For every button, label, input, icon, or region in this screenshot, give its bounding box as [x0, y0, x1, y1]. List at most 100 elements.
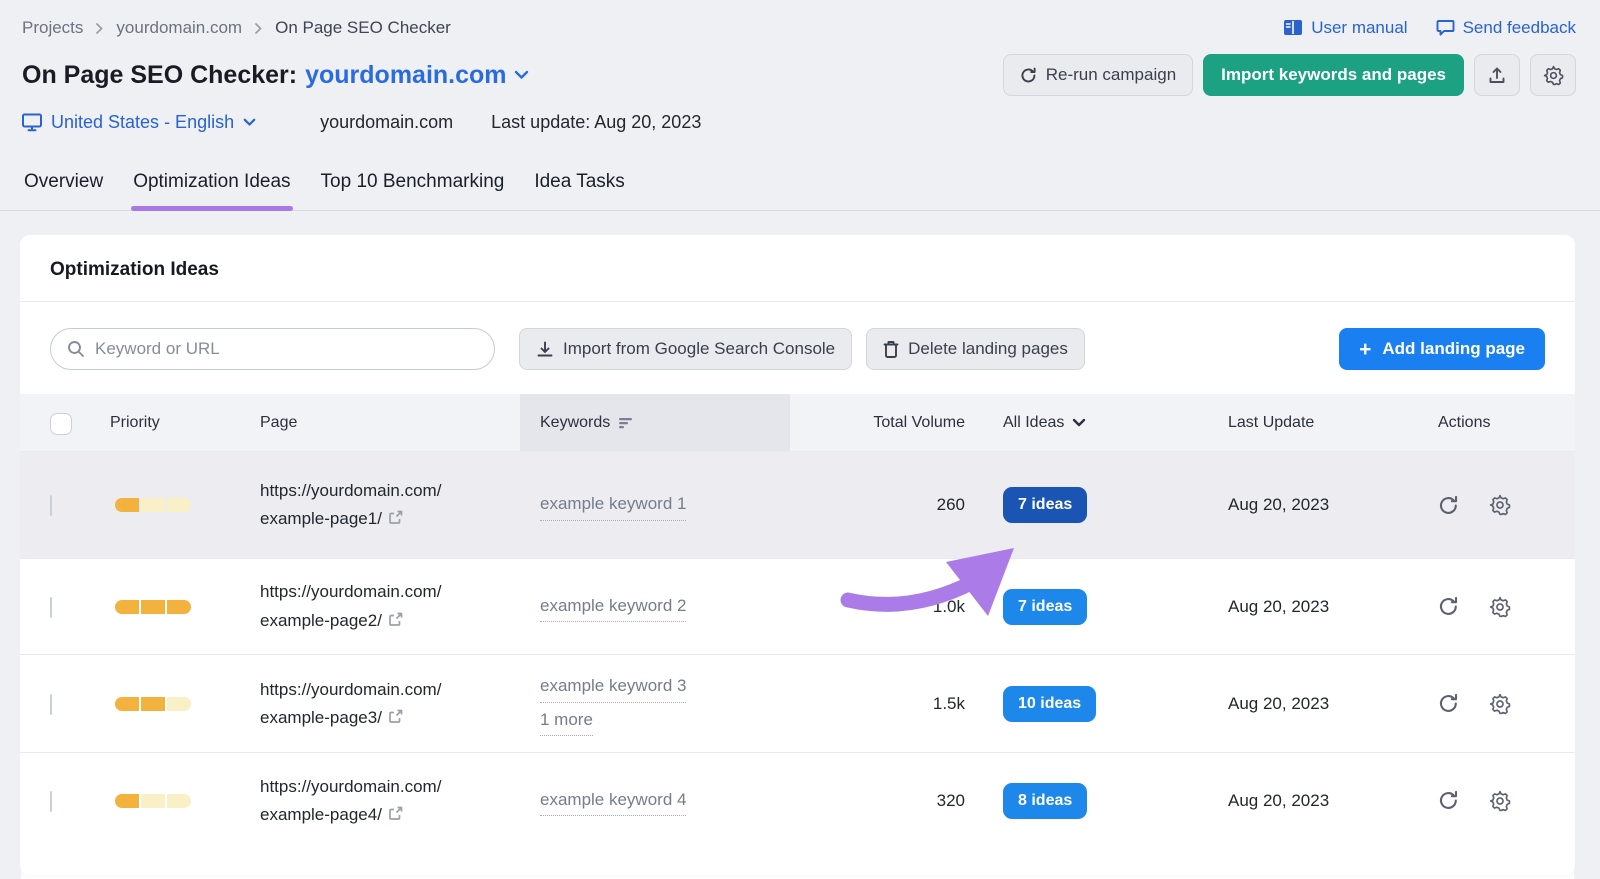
rerun-campaign-label: Re-run campaign: [1045, 65, 1177, 84]
page-url: https://yourdomain.com/ example-page2/: [250, 578, 520, 634]
priority-bar: [115, 498, 191, 512]
page-url-line1: https://yourdomain.com/: [260, 776, 442, 796]
send-feedback-label: Send feedback: [1462, 18, 1576, 37]
page-url-line2: example-page3/: [260, 707, 382, 727]
rerun-row-icon[interactable]: [1438, 790, 1459, 811]
chat-bubble-icon: [1436, 19, 1455, 37]
import-gsc-button[interactable]: Import from Google Search Console: [519, 328, 853, 370]
page-url-line2: example-page2/: [260, 610, 382, 630]
table-row: https://yourdomain.com/ example-page3/ e…: [20, 654, 1575, 752]
tab-overview[interactable]: Overview: [22, 161, 105, 210]
add-landing-page-button[interactable]: + Add landing page: [1339, 328, 1545, 370]
row-checkbox[interactable]: [50, 596, 52, 618]
external-link-icon[interactable]: [388, 510, 403, 525]
priority-bar: [115, 793, 191, 808]
row-settings-gear-icon[interactable]: [1489, 693, 1511, 715]
import-keywords-label: Import keywords and pages: [1221, 65, 1446, 84]
external-link-icon[interactable]: [388, 612, 403, 627]
row-checkbox[interactable]: [50, 693, 52, 715]
external-link-icon[interactable]: [388, 709, 403, 724]
column-keywords-sort[interactable]: Keywords: [520, 394, 790, 451]
breadcrumb-current: On Page SEO Checker: [275, 18, 451, 37]
search-input[interactable]: [95, 339, 478, 359]
ideas-button[interactable]: 8 ideas: [1003, 782, 1088, 819]
tab-idea-tasks[interactable]: Idea Tasks: [532, 161, 626, 210]
breadcrumb-domain[interactable]: yourdomain.com: [116, 18, 242, 38]
page-title-prefix: On Page SEO Checker:: [22, 60, 298, 89]
export-icon: [1488, 66, 1506, 85]
keyword-link[interactable]: example keyword 3: [540, 671, 687, 703]
last-update-value: Aug 20, 2023: [1228, 596, 1330, 616]
page-title: On Page SEO Checker: yourdomain.com: [22, 61, 529, 90]
ideas-button[interactable]: 10 ideas: [1003, 685, 1097, 722]
download-icon: [536, 340, 554, 359]
column-actions: Actions: [1438, 413, 1491, 431]
import-keywords-button[interactable]: Import keywords and pages: [1203, 54, 1464, 96]
chevron-right-icon: [254, 22, 263, 35]
keyword-link[interactable]: example keyword 2: [540, 591, 687, 623]
rerun-row-icon[interactable]: [1438, 693, 1459, 714]
keyword-link[interactable]: example keyword 1: [540, 489, 687, 521]
optimization-ideas-card: Optimization Ideas Import from Google Se…: [20, 235, 1575, 875]
last-update-value: Aug 20, 2023: [1228, 495, 1330, 514]
campaign-domain-label: yourdomain.com: [305, 60, 507, 89]
send-feedback-link[interactable]: Send feedback: [1436, 18, 1576, 38]
column-all-ideas-label: All Ideas: [1003, 413, 1065, 431]
search-box[interactable]: [50, 328, 495, 370]
column-page: Page: [260, 413, 298, 431]
page-url-line1: https://yourdomain.com/: [260, 679, 442, 699]
export-button[interactable]: [1474, 54, 1520, 96]
chevron-down-icon: [514, 70, 529, 80]
external-link-icon[interactable]: [388, 806, 403, 821]
tab-optimization-ideas[interactable]: Optimization Ideas: [131, 161, 293, 211]
user-manual-link[interactable]: User manual: [1283, 18, 1408, 38]
row-settings-gear-icon[interactable]: [1489, 596, 1511, 618]
breadcrumb: Projects yourdomain.com On Page SEO Chec…: [22, 18, 451, 38]
breadcrumb-projects[interactable]: Projects: [22, 18, 83, 38]
campaign-domain-dropdown[interactable]: yourdomain.com: [305, 61, 528, 90]
row-settings-gear-icon[interactable]: [1489, 790, 1511, 812]
row-settings-gear-icon[interactable]: [1489, 494, 1511, 516]
table-header: Priority Page Keywords Total Volume All …: [20, 394, 1575, 451]
meta-last-update: Last update: Aug 20, 2023: [491, 112, 702, 132]
gear-icon: [1543, 65, 1564, 86]
chevron-down-icon: [1072, 418, 1086, 428]
keyword-link[interactable]: example keyword 4: [540, 785, 687, 817]
rerun-row-icon[interactable]: [1438, 495, 1459, 516]
page-url-line2: example-page4/: [260, 804, 382, 824]
keyword-more-link[interactable]: 1 more: [540, 705, 593, 737]
chevron-right-icon: [95, 22, 104, 35]
delete-landing-pages-label: Delete landing pages: [908, 339, 1068, 358]
page-url-line2: example-page1/: [260, 509, 382, 528]
table-row: https://yourdomain.com/ example-page1/ e…: [20, 451, 1575, 558]
select-all-checkbox[interactable]: [50, 412, 72, 435]
plus-icon: +: [1359, 337, 1372, 361]
total-volume-value: 1.0k: [932, 596, 965, 616]
priority-bar: [115, 696, 191, 711]
page-url: https://yourdomain.com/ example-page1/: [250, 477, 520, 533]
locale-selector[interactable]: United States - English: [22, 112, 256, 133]
tab-top10-benchmarking[interactable]: Top 10 Benchmarking: [319, 161, 507, 210]
campaign-settings-button[interactable]: [1530, 54, 1576, 96]
rerun-campaign-button[interactable]: Re-run campaign: [1002, 54, 1194, 96]
total-volume-value: 1.5k: [932, 693, 965, 713]
tabs: Overview Optimization Ideas Top 10 Bench…: [0, 161, 1600, 211]
book-icon: [1283, 19, 1303, 37]
row-checkbox[interactable]: [50, 495, 52, 516]
row-checkbox[interactable]: [50, 790, 52, 812]
column-priority: Priority: [110, 413, 160, 431]
delete-landing-pages-button[interactable]: Delete landing pages: [866, 328, 1085, 370]
rerun-row-icon[interactable]: [1438, 596, 1459, 617]
column-all-ideas-filter[interactable]: All Ideas: [965, 394, 1195, 451]
card-title: Optimization Ideas: [50, 259, 219, 280]
locale-label: United States - English: [51, 112, 235, 132]
sort-descending-icon: [619, 417, 634, 429]
ideas-button[interactable]: 7 ideas: [1003, 588, 1088, 625]
ideas-button[interactable]: 7 ideas: [1003, 487, 1088, 523]
page-url: https://yourdomain.com/ example-page4/: [250, 773, 520, 829]
priority-bar: [115, 599, 191, 614]
table-row: https://yourdomain.com/ example-page2/ e…: [20, 558, 1575, 654]
user-manual-label: User manual: [1311, 18, 1408, 37]
meta-domain: yourdomain.com: [320, 112, 454, 132]
total-volume-value: 320: [936, 790, 965, 810]
